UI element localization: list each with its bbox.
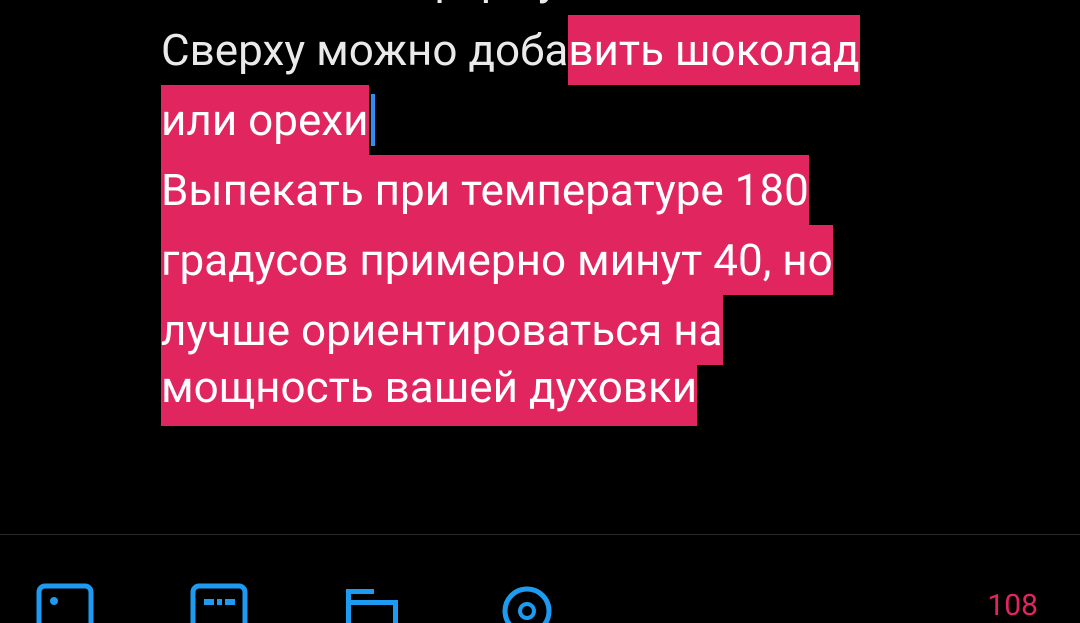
text-line-previous: Выложить в форму <box>161 0 559 14</box>
text-selection: градусов примерно минут 40, но <box>161 225 833 295</box>
compose-text-editor[interactable]: Выложить в форму Сверху можно добавить ш… <box>161 0 1041 534</box>
character-counter: 108 <box>987 588 1038 623</box>
text-line-5: лучше ориентироваться на <box>161 295 723 365</box>
text-caret <box>370 94 375 147</box>
image-icon[interactable] <box>36 583 94 623</box>
text-unselected: Сверху можно доба <box>161 24 569 76</box>
text-selection: вить шоколад <box>568 15 860 85</box>
text-line-6: мощность вашей духовки <box>161 358 698 426</box>
gif-icon[interactable] <box>190 583 248 623</box>
poll-icon[interactable] <box>343 583 401 623</box>
location-icon[interactable] <box>498 583 556 623</box>
text-line-1: Сверху можно добавить шоколад <box>161 15 860 85</box>
text-line-4: градусов примерно минут 40, но <box>161 225 833 295</box>
text-line-2: или орехи <box>161 85 375 155</box>
compose-toolbar: 108 <box>0 535 1080 623</box>
text-selection: или орехи <box>161 85 369 155</box>
text-selection: лучше ориентироваться на <box>161 295 723 365</box>
text-selection: Выпекать при температуре 180 <box>161 155 809 225</box>
text-line-3: Выпекать при температуре 180 <box>161 155 809 225</box>
text-selection: мощность вашей духовки <box>161 358 698 426</box>
